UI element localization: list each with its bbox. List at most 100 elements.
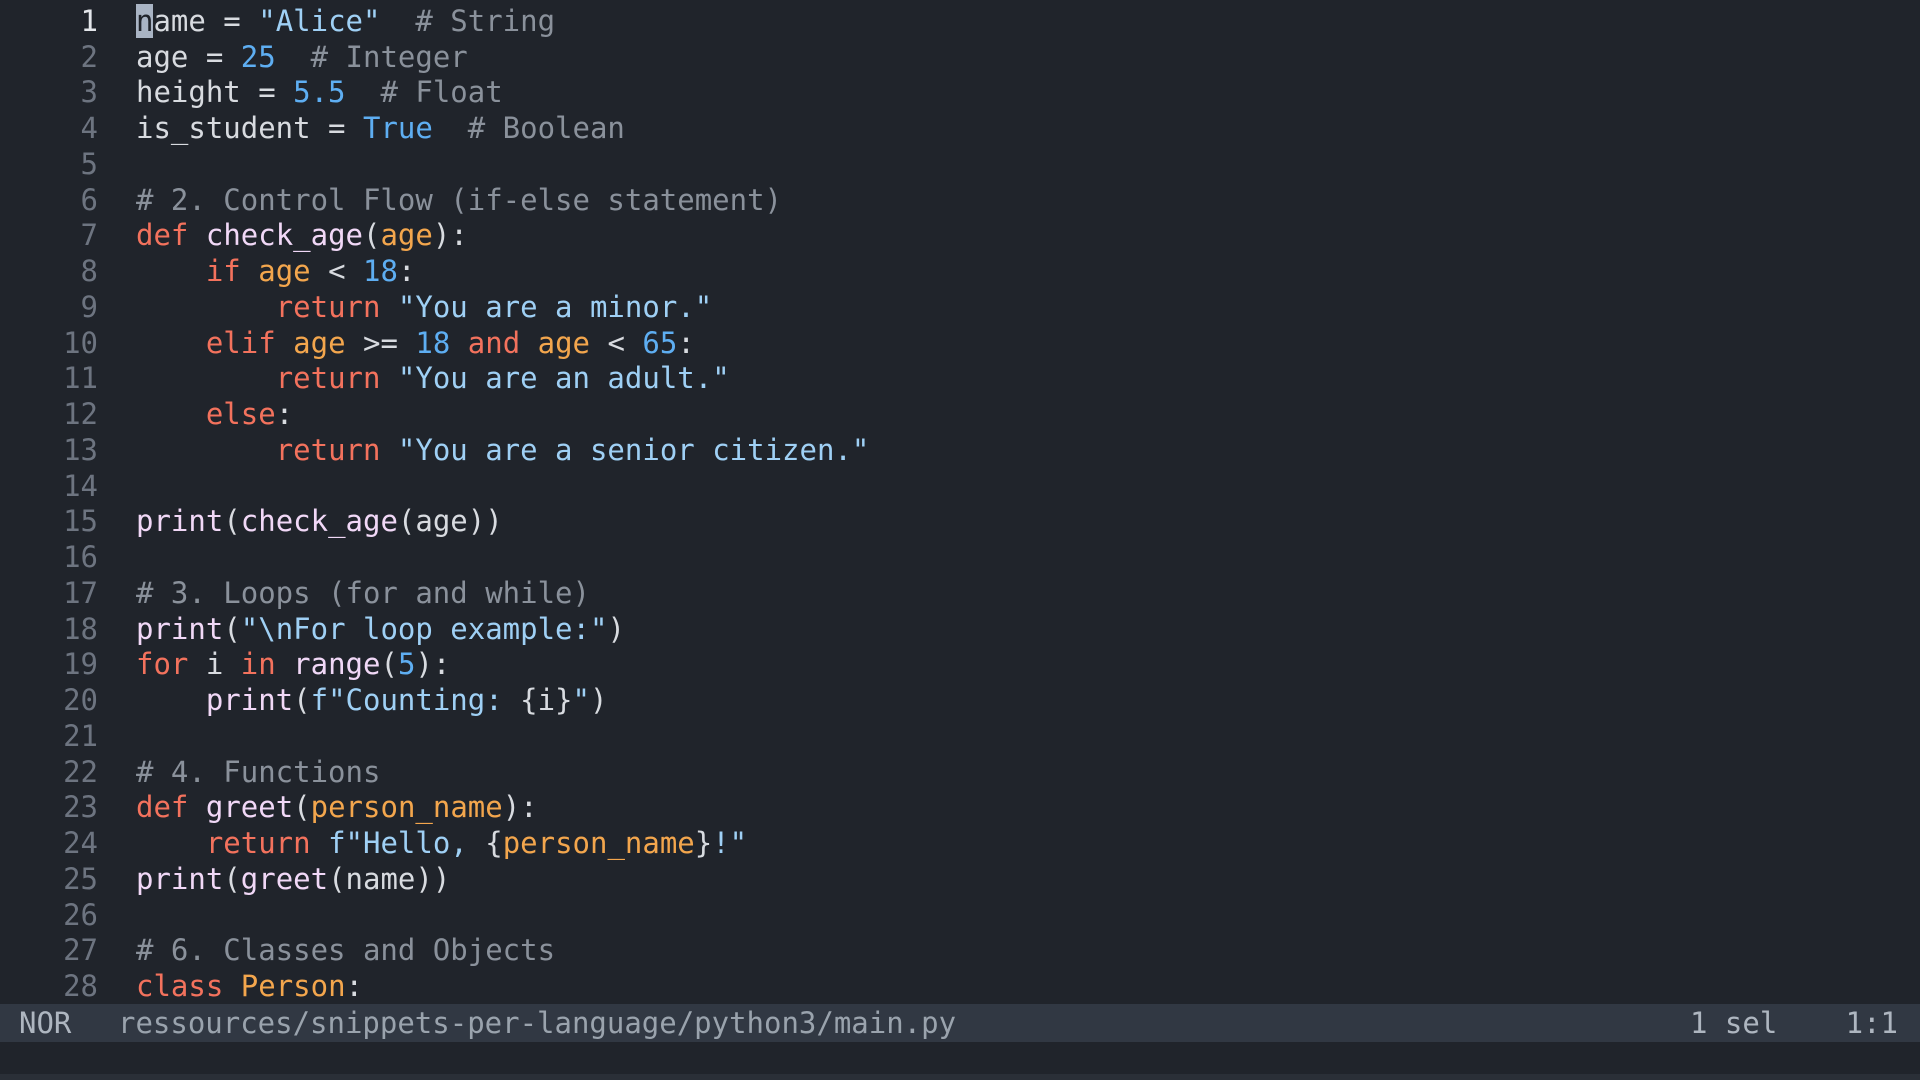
code-line[interactable]: 16 bbox=[0, 539, 1920, 575]
code-line[interactable]: 24 return f"Hello, {person_name}!" bbox=[0, 825, 1920, 861]
code-text[interactable]: return f"Hello, {person_name}!" bbox=[136, 826, 1920, 860]
code-token: ( bbox=[380, 647, 398, 682]
code-text[interactable]: # 6. Classes and Objects bbox=[136, 933, 1920, 967]
code-line[interactable]: 17 # 3. Loops (for and while) bbox=[0, 575, 1920, 611]
line-number: 17 bbox=[63, 575, 98, 610]
code-text[interactable]: def check_age(age): bbox=[136, 218, 1920, 252]
line-number: 11 bbox=[63, 361, 98, 396]
code-token: {i} bbox=[520, 683, 573, 718]
code-line[interactable]: 12 else: bbox=[0, 396, 1920, 432]
code-token: elif bbox=[205, 325, 276, 360]
code-text[interactable]: return "You are a minor." bbox=[136, 290, 1920, 324]
code-line[interactable]: 1 name = "Alice" # String bbox=[0, 3, 1920, 39]
line-number: 1 bbox=[80, 3, 98, 38]
code-token: greet bbox=[205, 790, 294, 825]
text-cursor: n bbox=[136, 3, 154, 38]
code-text[interactable]: name = "Alice" # String bbox=[136, 3, 1920, 38]
code-line[interactable]: 2 age = 25 # Integer bbox=[0, 39, 1920, 75]
code-token: def bbox=[136, 790, 189, 825]
code-line[interactable]: 26 bbox=[0, 897, 1920, 933]
code-line[interactable]: 8 if age < 18: bbox=[0, 253, 1920, 289]
code-text[interactable]: is_student = True # Boolean bbox=[136, 111, 1920, 145]
code-line[interactable]: 10 elif age >= 18 and age < 65: bbox=[0, 325, 1920, 361]
code-text[interactable]: return "You are an adult." bbox=[136, 361, 1920, 395]
code-text[interactable]: # 4. Functions bbox=[136, 755, 1920, 789]
code-line[interactable]: 28 class Person: bbox=[0, 968, 1920, 1004]
code-token: 18 bbox=[363, 254, 398, 289]
code-token: ( bbox=[293, 790, 311, 825]
code-line[interactable]: 7 def check_age(age): bbox=[0, 218, 1920, 254]
code-token: # Boolean bbox=[467, 111, 625, 146]
code-token: # String bbox=[415, 3, 556, 38]
code-line[interactable]: 18 print("\nFor loop example:") bbox=[0, 611, 1920, 647]
code-text[interactable]: print(check_age(age)) bbox=[136, 504, 1920, 538]
code-line[interactable]: 3 height = 5.5 # Float bbox=[0, 75, 1920, 111]
code-token: (name)) bbox=[328, 861, 451, 896]
line-number: 4 bbox=[80, 111, 98, 146]
code-line[interactable]: 9 return "You are a minor." bbox=[0, 289, 1920, 325]
code-text[interactable]: else: bbox=[136, 397, 1920, 431]
code-line[interactable]: 6 # 2. Control Flow (if-else statement) bbox=[0, 182, 1920, 218]
code-token: # 2. Control Flow (if-else statement) bbox=[136, 182, 783, 217]
code-token: "Alice" bbox=[258, 3, 381, 38]
line-number: 8 bbox=[80, 254, 98, 289]
code-token: ( bbox=[223, 504, 241, 539]
code-line[interactable]: 27 # 6. Classes and Objects bbox=[0, 933, 1920, 969]
code-line[interactable]: 19 for i in range(5): bbox=[0, 647, 1920, 683]
line-number: 3 bbox=[80, 75, 98, 110]
file-path: ressources/snippets-per-language/python3… bbox=[118, 1006, 957, 1040]
code-token: else bbox=[205, 397, 276, 432]
code-text[interactable]: height = 5.5 # Float bbox=[136, 75, 1920, 109]
code-text[interactable]: for i in range(5): bbox=[136, 647, 1920, 681]
code-text[interactable]: print(greet(name)) bbox=[136, 862, 1920, 896]
code-text[interactable]: def greet(person_name): bbox=[136, 790, 1920, 824]
line-number: 5 bbox=[80, 146, 98, 181]
code-token: ): bbox=[432, 218, 468, 253]
code-editor[interactable]: 1 name = "Alice" # String 2 age = 25 # Inte… bbox=[0, 0, 1920, 1004]
code-text[interactable]: # 3. Loops (for and while) bbox=[136, 576, 1920, 610]
code-line[interactable]: 14 bbox=[0, 468, 1920, 504]
code-line[interactable]: 21 bbox=[0, 718, 1920, 754]
code-line[interactable]: 11 return "You are an adult." bbox=[0, 361, 1920, 397]
code-text[interactable]: print("\nFor loop example:") bbox=[136, 612, 1920, 646]
code-token: } bbox=[694, 826, 713, 861]
code-token: : bbox=[397, 254, 416, 289]
code-text[interactable]: print(f"Counting: {i}") bbox=[136, 683, 1920, 717]
code-token: # 3. Loops (for and while) bbox=[136, 575, 590, 610]
code-token: ( bbox=[223, 611, 241, 646]
command-line[interactable] bbox=[0, 1042, 1920, 1074]
code-line[interactable]: 20 print(f"Counting: {i}") bbox=[0, 682, 1920, 718]
code-token: "You are a senior citizen." bbox=[397, 432, 870, 467]
code-line[interactable]: 22 # 4. Functions bbox=[0, 754, 1920, 790]
code-line[interactable]: 23 def greet(person_name): bbox=[0, 790, 1920, 826]
code-text[interactable]: # 2. Control Flow (if-else statement) bbox=[136, 183, 1920, 217]
code-token: age bbox=[293, 325, 346, 360]
code-text[interactable]: age = 25 # Integer bbox=[136, 40, 1920, 74]
code-line[interactable]: 5 bbox=[0, 146, 1920, 182]
code-token: and bbox=[467, 325, 521, 360]
code-line[interactable]: 25 print(greet(name)) bbox=[0, 861, 1920, 897]
code-token: f"Counting: bbox=[310, 683, 521, 718]
code-text[interactable]: return "You are a senior citizen." bbox=[136, 433, 1920, 467]
code-token: print bbox=[136, 504, 224, 539]
code-token: greet bbox=[240, 861, 329, 896]
code-text[interactable]: class Person: bbox=[136, 969, 1920, 1003]
code-text[interactable]: if age < 18: bbox=[136, 254, 1920, 288]
code-token: print bbox=[136, 861, 224, 896]
code-token: 18 bbox=[415, 325, 451, 360]
selection-count: 1 sel bbox=[1690, 1006, 1778, 1040]
code-token: ): bbox=[502, 790, 538, 825]
code-line[interactable]: 4 is_student = True # Boolean bbox=[0, 110, 1920, 146]
code-token: : bbox=[345, 969, 364, 1004]
code-line[interactable]: 15 print(check_age(age)) bbox=[0, 504, 1920, 540]
code-token: return bbox=[275, 432, 381, 467]
code-line[interactable]: 13 return "You are a senior citizen." bbox=[0, 432, 1920, 468]
code-text[interactable]: elif age >= 18 and age < 65: bbox=[136, 326, 1920, 360]
